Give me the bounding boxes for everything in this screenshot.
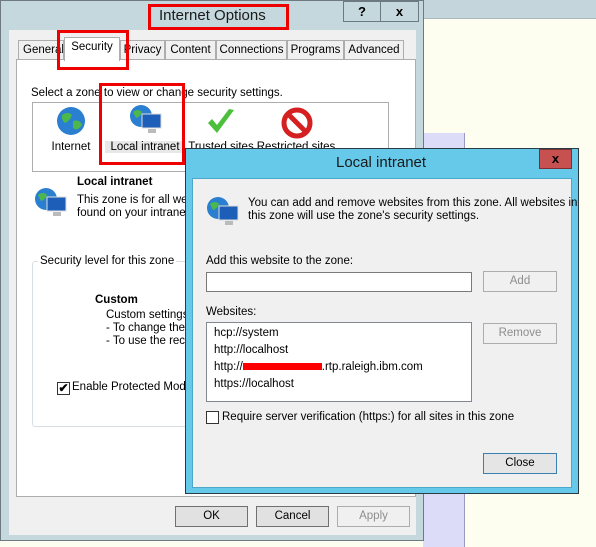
add-button[interactable]: Add [483, 271, 557, 292]
ok-button[interactable]: OK [175, 506, 248, 527]
zone-heading: Local intranet [77, 176, 153, 188]
require-https-checkbox[interactable] [206, 411, 219, 424]
restricted-icon [281, 107, 313, 142]
tab-content[interactable]: Content [165, 40, 216, 60]
add-website-label: Add this website to the zone: [206, 255, 354, 267]
websites-label: Websites: [206, 306, 257, 318]
help-button[interactable]: ? [343, 1, 381, 22]
close-button[interactable]: x [380, 1, 419, 22]
tab-advanced[interactable]: Advanced [344, 40, 404, 60]
apply-button[interactable]: Apply [337, 506, 410, 527]
website-item[interactable]: http://localhost [214, 344, 288, 356]
level-desc: Custom settings. [106, 309, 192, 321]
zone-description: found on your intranet. [77, 207, 193, 219]
website-item[interactable]: https://localhost [214, 378, 294, 390]
annotation-box-local-intranet [99, 83, 185, 165]
local-intranet-dialog: Local intranet x You can add and remove … [185, 148, 579, 494]
cancel-button[interactable]: Cancel [256, 506, 329, 527]
remove-button[interactable]: Remove [483, 323, 557, 344]
website-item-redacted[interactable]: http:// .rtp.raleigh.ibm.com [214, 361, 423, 373]
dialog-body: You can add and remove websites from thi… [192, 178, 577, 488]
close-button[interactable]: Close [483, 453, 557, 474]
local-intranet-icon [34, 187, 68, 222]
website-prefix: http:// [214, 361, 243, 373]
level-name: Custom [95, 294, 138, 306]
background-window-titlebar [423, 0, 596, 19]
website-item[interactable]: hcp://system [214, 327, 279, 339]
security-level-legend: Security level for this zone [38, 255, 177, 267]
websites-list[interactable]: hcp://system http://localhost http:// .rt… [206, 322, 472, 402]
website-suffix: .rtp.raleigh.ibm.com [321, 361, 423, 373]
annotation-box-security-tab [57, 30, 129, 70]
annotation-box-title [148, 4, 289, 30]
dialog-title: Local intranet [336, 154, 427, 171]
globe-icon [56, 106, 86, 139]
tab-programs[interactable]: Programs [287, 40, 344, 60]
globe-computer-icon [206, 196, 240, 231]
protected-mode-checkbox[interactable]: ✔ [57, 382, 70, 395]
redaction-bar [242, 363, 322, 371]
dialog-close-button[interactable]: x [539, 149, 572, 169]
dialog-description: You can add and remove websites from thi… [248, 197, 578, 209]
require-https-label: Require server verification (https:) for… [222, 411, 515, 423]
dialog-description: this zone will use the zone's security s… [248, 210, 480, 222]
green-check-icon [206, 107, 236, 138]
add-website-input[interactable] [206, 272, 472, 292]
tab-connections[interactable]: Connections [216, 40, 287, 60]
